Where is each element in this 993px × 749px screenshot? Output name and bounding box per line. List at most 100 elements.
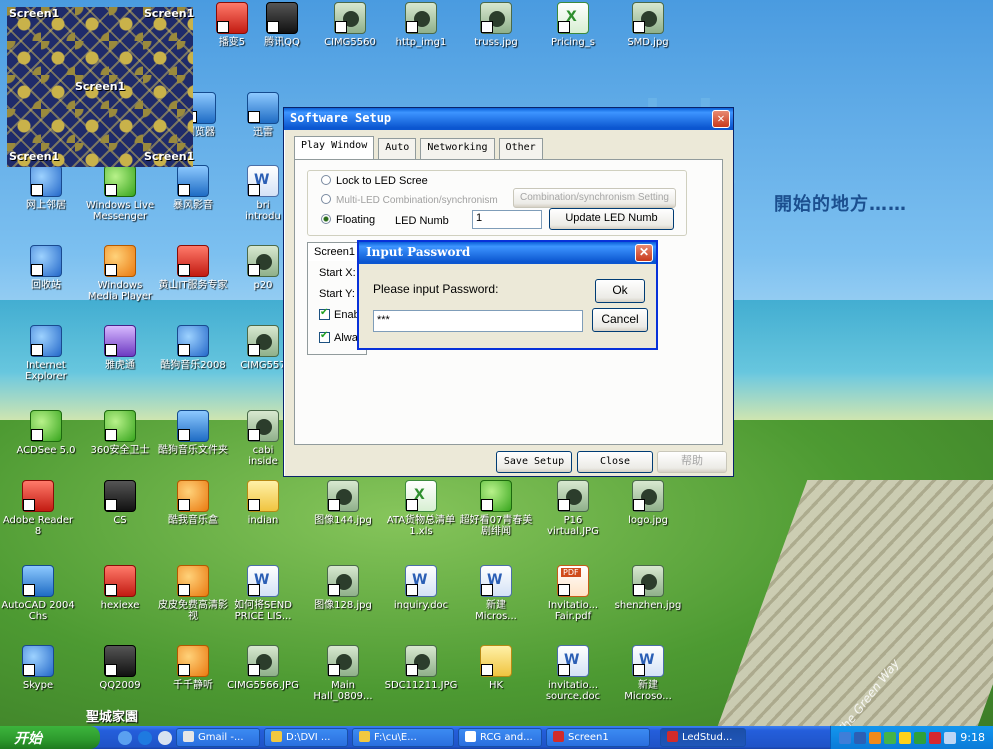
desktop-icon[interactable]: SDC11211.JPG	[383, 645, 459, 703]
tab-play-window[interactable]: Play Window	[294, 136, 375, 160]
desktop-icon[interactable]: CIMG5560	[312, 2, 388, 60]
qq-icon[interactable]	[869, 731, 881, 744]
tab-auto[interactable]: Auto	[378, 138, 417, 160]
desktop-icon-label: Skype	[22, 680, 54, 691]
desktop-icon[interactable]: shenzhen.jpg	[610, 565, 686, 623]
desktop-icon[interactable]: QQ2009	[82, 645, 158, 703]
shield-icon[interactable]	[884, 731, 896, 744]
desktop-icon[interactable]: 千千静听	[155, 645, 231, 703]
desktop-icon-label: 雅虎通	[105, 360, 135, 371]
show-desktop-icon[interactable]	[118, 730, 132, 745]
close-button[interactable]: Close	[577, 451, 653, 473]
desktop-icon[interactable]: Skype	[0, 645, 76, 703]
close-icon[interactable]: ✕	[712, 110, 730, 128]
start-button[interactable]: 开始	[0, 726, 100, 749]
tab-screen1[interactable]: Screen1	[307, 242, 362, 261]
image-icon	[327, 565, 359, 597]
desktop-icon[interactable]: 酷我音乐盒	[155, 480, 231, 538]
cancel-button[interactable]: Cancel	[592, 308, 648, 332]
desktop-icon[interactable]: 图像128.jpg	[305, 565, 381, 623]
enable-checkbox[interactable]: Enab	[319, 307, 360, 321]
image-icon	[247, 325, 279, 357]
always-checkbox[interactable]: Alwa	[319, 330, 358, 344]
desktop-icon[interactable]: SMD.jpg	[610, 2, 686, 60]
save-setup-button[interactable]: Save Setup	[496, 451, 572, 473]
desktop-icon[interactable]: HK	[458, 645, 534, 703]
desktop-icon[interactable]: 超好看07青春美剧绯闻	[458, 480, 534, 538]
combination-setting-button[interactable]: Combination/synchronism Setting	[513, 188, 676, 208]
desktop-icon[interactable]: Windows Media Player	[82, 245, 158, 303]
taskbar-item-screen1[interactable]: Screen1	[546, 728, 650, 747]
taskbar-item-dvi[interactable]: D:\DVI ...	[264, 728, 348, 747]
desktop-icon[interactable]: 图像144.jpg	[305, 480, 381, 538]
desktop-icon[interactable]: 暴风影音	[155, 165, 231, 223]
messenger-icon[interactable]	[899, 731, 911, 744]
desktop-icon-label: hexiexe	[100, 600, 140, 611]
desktop-icon-label: Adobe Reader 8	[2, 515, 74, 537]
desktop-icon[interactable]: CS	[82, 480, 158, 538]
screen1-window[interactable]: Screen1 Screen1 Screen1 Screen1 Screen1	[7, 7, 194, 167]
desktop-icon[interactable]: logo.jpg	[610, 480, 686, 538]
desktop-icon[interactable]: 网上邻居	[8, 165, 84, 223]
green-icon	[30, 410, 62, 442]
desktop-icon[interactable]: 回收站	[8, 245, 84, 303]
ie-icon[interactable]	[138, 730, 152, 745]
taskbar-item-rcg[interactable]: RCG and...	[458, 728, 542, 747]
image-icon	[327, 645, 359, 677]
desktop-icon[interactable]: Internet Explorer	[8, 325, 84, 383]
tab-networking[interactable]: Networking	[420, 138, 495, 160]
desktop-icon[interactable]: 腾讯QQ	[244, 2, 320, 60]
network-icon[interactable]	[839, 731, 851, 744]
desktop-icon[interactable]: 360安全卫士	[82, 410, 158, 468]
volume-icon[interactable]	[914, 731, 926, 744]
desktop-icon[interactable]: AutoCAD 2004 Chs	[0, 565, 76, 623]
desktop-icon[interactable]: indian	[225, 480, 301, 538]
led-numb-label: LED Numb	[395, 215, 449, 227]
software-setup-titlebar[interactable]: Software Setup ✕	[284, 108, 733, 130]
desktop-icon[interactable]: 皮皮免费高清影视	[155, 565, 231, 623]
desktop-icon[interactable]: 酷狗音乐2008	[155, 325, 231, 383]
help-button[interactable]: 帮助	[657, 451, 727, 473]
floating-radio[interactable]: Floating	[321, 214, 375, 226]
radio-on-icon	[321, 214, 331, 224]
desktop-icon[interactable]: Adobe Reader 8	[0, 480, 76, 538]
desktop-icon[interactable]: 黄山IT服务专家	[155, 245, 231, 303]
desktop-icon[interactable]: invitatio... source.doc	[535, 645, 611, 703]
desktop-icon[interactable]: 酷狗音乐文件夹	[155, 410, 231, 468]
desktop-icon[interactable]: Windows Live Messenger	[82, 165, 158, 223]
desktop-icon[interactable]: 如何将SEND PRICE LIS...	[225, 565, 301, 623]
desktop-icon[interactable]: inquiry.doc	[383, 565, 459, 623]
kugou-icon[interactable]	[929, 731, 941, 744]
desktop-icon-label: P16 virtual.JPG	[547, 515, 599, 537]
update-led-numb-button[interactable]: Update LED Numb	[549, 208, 674, 230]
desktop-icon[interactable]: ATA货物总清单1.xls	[383, 480, 459, 538]
desktop-icon[interactable]: Main Hall_0809...	[305, 645, 381, 703]
desktop-icon[interactable]: Invitatio... Fair.pdf	[535, 565, 611, 623]
desktop-icon[interactable]: http_img1	[383, 2, 459, 60]
ok-button[interactable]: Ok	[595, 279, 645, 303]
monitor-icon[interactable]	[944, 731, 956, 744]
close-icon[interactable]: ✕	[635, 244, 653, 262]
taskbar-item-ledstudio[interactable]: LedStud...	[660, 728, 746, 747]
back-icon[interactable]	[854, 731, 866, 744]
tab-other[interactable]: Other	[498, 138, 543, 160]
desktop-icon[interactable]: truss.jpg	[458, 2, 534, 60]
password-input[interactable]: ***	[373, 310, 583, 332]
desktop-icon[interactable]: 雅虎通	[82, 325, 158, 383]
taskbar-item-explorer[interactable]: F:\cu\E...	[352, 728, 454, 747]
desktop-icon[interactable]: ACDSee 5.0	[8, 410, 84, 468]
enable-label: Enab	[334, 309, 360, 321]
led-numb-field[interactable]: 1	[472, 210, 542, 229]
multi-led-radio[interactable]: Multi-LED Combination/synchronism	[321, 194, 498, 206]
password-prompt: Please input Password:	[373, 282, 499, 296]
desktop-icon[interactable]: 新建 Micros...	[458, 565, 534, 623]
desktop-icon[interactable]: hexiexe	[82, 565, 158, 623]
desktop-icon[interactable]: 新建 Microso...	[610, 645, 686, 703]
lock-to-led-radio[interactable]: Lock to LED Scree	[321, 175, 428, 187]
password-titlebar[interactable]: Input Password ✕	[359, 242, 656, 264]
desktop-icon[interactable]: Pricing_s	[535, 2, 611, 60]
media-player-icon[interactable]	[158, 730, 172, 745]
desktop-icon[interactable]: CIMG5566.JPG	[225, 645, 301, 703]
desktop-icon[interactable]: P16 virtual.JPG	[535, 480, 611, 538]
taskbar-item-gmail[interactable]: Gmail -...	[176, 728, 260, 747]
